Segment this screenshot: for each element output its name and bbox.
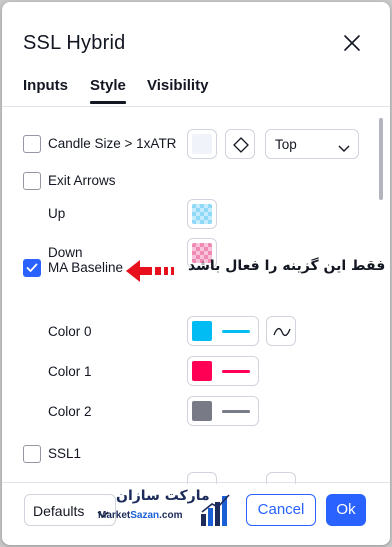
up-color-button[interactable]: [187, 199, 217, 229]
settings-dialog: SSL Hybrid Inputs Style Visibility Candl…: [2, 2, 390, 545]
color0-label: Color 0: [48, 324, 92, 339]
diamond-icon: [233, 137, 249, 153]
watermark-en-prefix: Market: [98, 510, 131, 521]
color2-label: Color 2: [48, 404, 92, 419]
up-color-swatch: [192, 204, 212, 224]
ssl1-checkbox[interactable]: [23, 445, 41, 463]
empty-swatch: [192, 134, 212, 154]
wave-line-icon: [273, 327, 291, 337]
tab-bar: Inputs Style Visibility: [2, 76, 390, 106]
exit-arrows-label: Exit Arrows: [48, 173, 116, 188]
color2-line-sample: [222, 410, 250, 413]
location-select-value: Top: [275, 137, 297, 152]
color1-swatch: [192, 361, 212, 381]
tab-visibility[interactable]: Visibility: [147, 76, 208, 106]
color2-swatch: [192, 401, 212, 421]
candle-size-color-button[interactable]: [187, 129, 217, 159]
ok-button[interactable]: Ok: [326, 494, 366, 526]
exit-arrows-checkbox[interactable]: [23, 172, 41, 190]
annotation-text: فقط این گزینه را فعال باشد: [188, 258, 386, 274]
annotation-arrow-icon: [124, 257, 180, 290]
scrollbar-thumb[interactable]: [379, 118, 383, 200]
shape-button[interactable]: [225, 129, 255, 159]
watermark-en-text: MarketSazan.com: [98, 510, 183, 521]
ssl1-label: SSL1: [48, 446, 82, 461]
watermark-en-accent: Sazan: [130, 510, 160, 521]
color1-line-sample: [222, 370, 250, 373]
bar-chart-logo-icon: [200, 492, 232, 533]
checkmark-icon: [26, 263, 38, 272]
candle-size-label: Candle Size > 1xATR: [48, 136, 177, 151]
close-icon[interactable]: [340, 31, 364, 55]
location-select[interactable]: Top: [265, 129, 359, 159]
defaults-label: Defaults: [33, 503, 85, 519]
dialog-title: SSL Hybrid: [23, 32, 126, 54]
cancel-button[interactable]: Cancel: [246, 494, 316, 526]
up-label: Up: [48, 206, 66, 221]
tabs-divider: [2, 106, 390, 107]
footer-divider: [2, 482, 390, 483]
ma-baseline-checkbox[interactable]: [23, 259, 41, 277]
color1-label: Color 1: [48, 364, 92, 379]
color0-swatch: [192, 321, 212, 341]
color0-button[interactable]: [187, 316, 259, 346]
tab-inputs[interactable]: Inputs: [23, 76, 68, 106]
down-label: Down: [48, 245, 83, 260]
ma-baseline-label: MA Baseline: [48, 260, 124, 275]
watermark-en-suffix: .com: [159, 510, 183, 521]
tab-style[interactable]: Style: [90, 76, 126, 106]
watermark-fa-text: مارکت سازان: [116, 488, 210, 504]
watermark-logo: مارکت سازان MarketSazan.com: [98, 486, 238, 532]
color0-line-sample: [222, 330, 250, 333]
color2-button[interactable]: [187, 396, 259, 426]
candle-size-checkbox[interactable]: [23, 135, 41, 153]
chevron-down-icon: [338, 140, 350, 158]
line-style-button[interactable]: [266, 316, 296, 346]
color1-button[interactable]: [187, 356, 259, 386]
